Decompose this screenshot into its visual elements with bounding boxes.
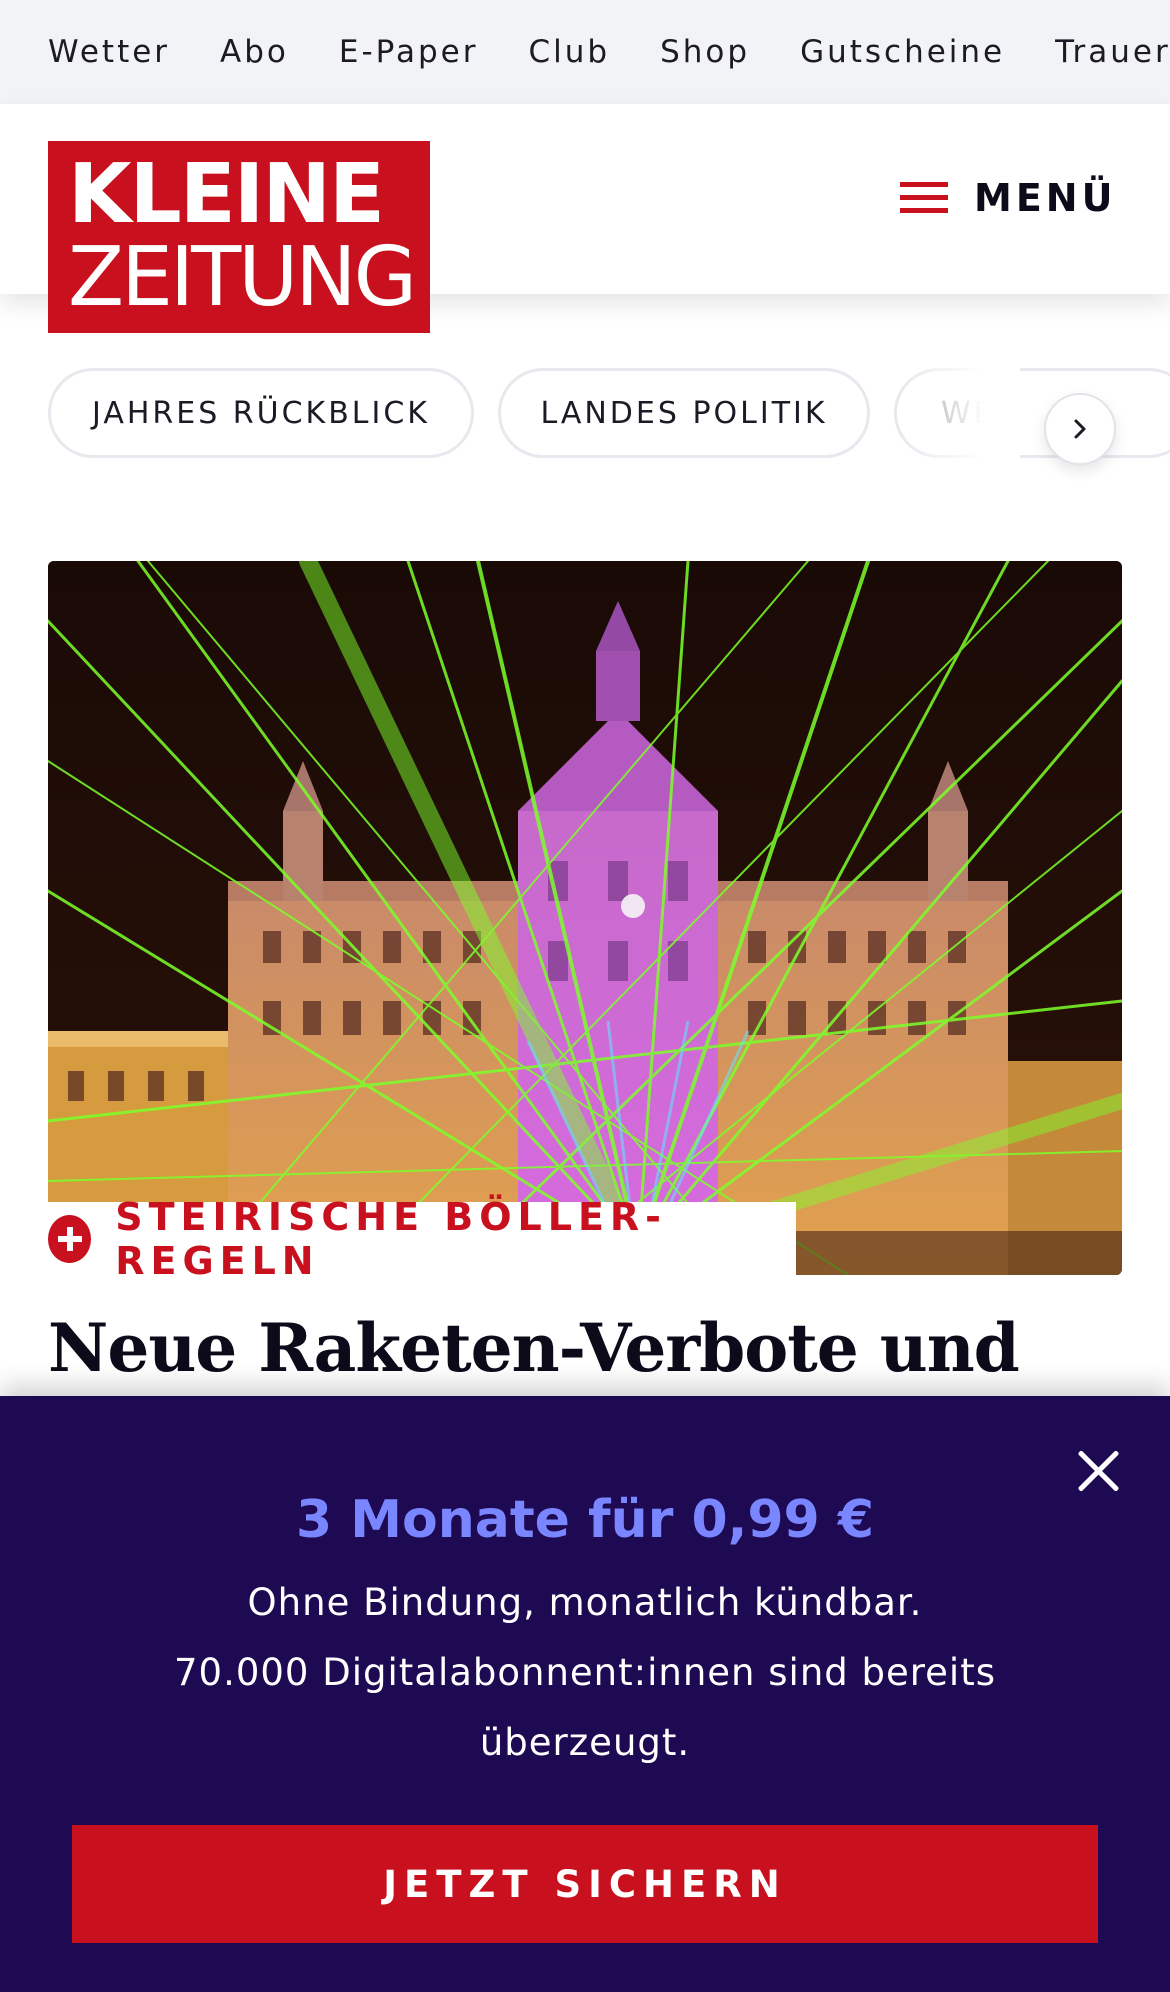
- laser-show-townhall-picture: [48, 561, 1122, 1275]
- menu-label: MENÜ: [974, 176, 1117, 220]
- topnav-link-wetter[interactable]: Wetter: [48, 34, 170, 70]
- logo-line-1: KLEINE: [68, 147, 385, 242]
- hamburger-icon: [900, 180, 948, 216]
- top-utility-nav: Wetter Abo E-Paper Club Shop Gutscheine …: [0, 0, 1170, 104]
- plus-premium-icon: [48, 1215, 92, 1263]
- topnav-link-abo[interactable]: Abo: [220, 34, 289, 70]
- topnav-link-club[interactable]: Club: [528, 34, 610, 70]
- subscribe-button[interactable]: JETZT SICHERN: [72, 1825, 1098, 1943]
- offer-line-1: Ohne Bindung, monatlich kündbar.: [247, 1581, 923, 1624]
- article-hero-image[interactable]: [48, 561, 1122, 1275]
- offer-description: Ohne Bindung, monatlich kündbar. 70.000 …: [130, 1568, 1040, 1778]
- kleine-zeitung-logo[interactable]: KLEINE ZEITUNG: [48, 141, 430, 333]
- close-icon[interactable]: [1074, 1446, 1124, 1496]
- chip-landespolitik[interactable]: LANDES POLITIK: [498, 368, 870, 458]
- article-headline[interactable]: Neue Raketen-Verbote und: [48, 1306, 1122, 1390]
- chip-scroll-fade: [900, 362, 1020, 462]
- menu-button[interactable]: MENÜ: [900, 168, 1116, 228]
- chips-next-button[interactable]: [1044, 393, 1116, 465]
- topnav-link-epaper[interactable]: E-Paper: [339, 34, 479, 70]
- topnav-link-gutscheine[interactable]: Gutscheine: [800, 34, 1005, 70]
- kicker-text: STEIRISCHE BÖLLER-REGELN: [115, 1195, 667, 1283]
- site-header: KLEINE ZEITUNG MENÜ: [0, 104, 1170, 333]
- chip-jahresrueckblick[interactable]: JAHRES RÜCKBLICK: [48, 368, 474, 458]
- offer-title: 3 Monate für 0,99 €: [295, 1490, 875, 1550]
- topnav-link-shop[interactable]: Shop: [660, 34, 750, 70]
- article-kicker: STEIRISCHE BÖLLER-REGELN: [48, 1195, 796, 1283]
- logo-line-2: ZEITUNG: [68, 230, 417, 325]
- chevron-right-icon: [1074, 419, 1086, 439]
- topnav-link-trauerportal[interactable]: Trauerportal: [1055, 34, 1170, 70]
- offer-line-2: 70.000 Digitalabonnent:innen sind bereit…: [174, 1651, 996, 1764]
